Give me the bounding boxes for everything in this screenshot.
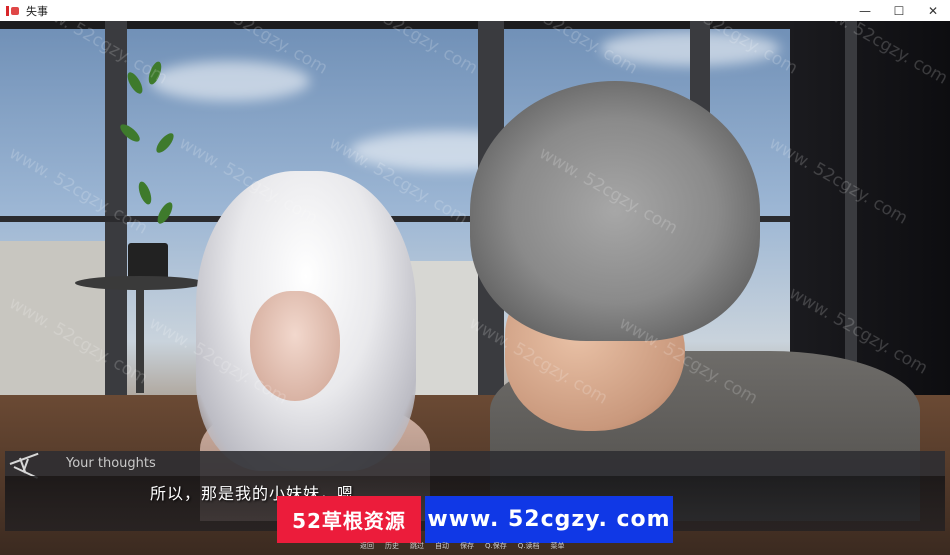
- quick-menu-auto[interactable]: 自动: [435, 541, 449, 553]
- background-building: [0, 241, 120, 411]
- quick-menu: 返回 历史 跳过 自动 保存 Q.保存 Q.读档 菜单: [360, 541, 565, 553]
- close-button[interactable]: ✕: [916, 0, 950, 21]
- quick-menu-back[interactable]: 返回: [360, 541, 374, 553]
- quick-menu-history[interactable]: 历史: [385, 541, 399, 553]
- site-url-banner: www. 52cgzy. com: [425, 496, 673, 543]
- quick-menu-skip[interactable]: 跳过: [410, 541, 424, 553]
- close-icon: ✕: [927, 3, 939, 18]
- speaker-name: Your thoughts: [66, 456, 156, 471]
- maximize-icon: ☐: [893, 3, 905, 18]
- quick-menu-menu[interactable]: 菜单: [551, 541, 565, 553]
- plant-leaf: [124, 70, 146, 96]
- quick-menu-quick-save[interactable]: Q.保存: [485, 541, 507, 553]
- maximize-button[interactable]: ☐: [882, 0, 916, 21]
- plant-leaf: [153, 130, 177, 156]
- site-name-banner: 52草根资源: [277, 496, 421, 543]
- window-title: 失事: [26, 4, 48, 18]
- app-icon: [6, 5, 20, 17]
- plant-leaf: [154, 200, 176, 226]
- side-table-leg: [136, 283, 144, 393]
- quick-menu-quick-load[interactable]: Q.读档: [518, 541, 540, 553]
- window-titlebar: 失事 — ☐ ✕: [0, 0, 950, 22]
- cloud: [150, 61, 310, 101]
- minimize-button[interactable]: —: [848, 0, 882, 21]
- dialogue-namebar: Your thoughts: [5, 451, 945, 479]
- character-boy-hair: [470, 81, 760, 341]
- minimize-icon: —: [859, 3, 871, 18]
- quick-menu-save[interactable]: 保存: [460, 541, 474, 553]
- plant-leaf: [136, 180, 154, 206]
- speaker-icon: [8, 452, 46, 479]
- watermark: www. 52cgzy. com: [335, 21, 481, 79]
- character-girl-face: [250, 291, 340, 401]
- watermark: www. 52cgzy. com: [5, 143, 151, 239]
- window-controls: — ☐ ✕: [848, 0, 950, 21]
